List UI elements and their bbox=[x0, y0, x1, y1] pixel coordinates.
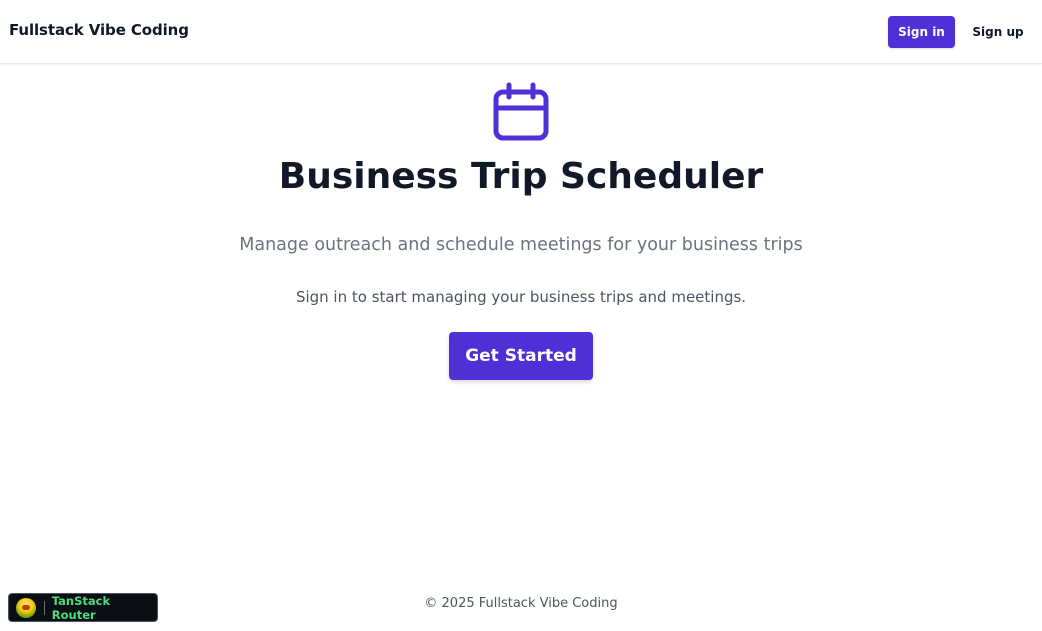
tanstack-router-devtools-button[interactable]: TanStack Router bbox=[8, 593, 158, 622]
page-title: Business Trip Scheduler bbox=[278, 156, 764, 197]
top-navbar: Fullstack Vibe Coding Sign in Sign up bbox=[0, 0, 1042, 64]
brand-title[interactable]: Fullstack Vibe Coding bbox=[9, 21, 189, 39]
get-started-button[interactable]: Get Started bbox=[449, 332, 593, 380]
sign-in-hint: Sign in to start managing your business … bbox=[295, 288, 747, 306]
devtools-divider bbox=[43, 600, 45, 615]
calendar-icon bbox=[493, 82, 549, 141]
sign-in-button[interactable]: Sign in bbox=[888, 16, 955, 48]
devtools-label: TanStack Router bbox=[51, 593, 111, 622]
sign-up-button[interactable]: Sign up bbox=[966, 16, 1030, 48]
tanstack-logo-icon bbox=[16, 597, 36, 618]
page-subtitle: Manage outreach and schedule meetings fo… bbox=[239, 235, 803, 255]
